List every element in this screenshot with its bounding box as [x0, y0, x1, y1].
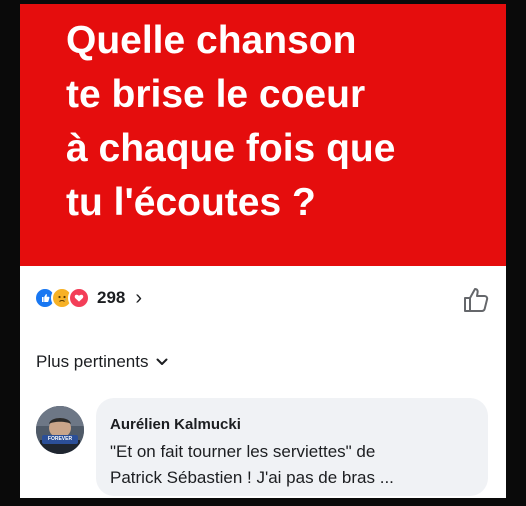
post-question-line: te brise le coeur	[66, 73, 366, 116]
reaction-count: 298	[97, 288, 126, 307]
comment-text: "Et on fait tourner les serviettes" de P…	[110, 439, 480, 491]
avatar[interactable]: FOREVER	[36, 406, 84, 454]
thumbs-up-icon[interactable]	[462, 286, 490, 314]
chevron-right-icon: ›	[135, 287, 143, 309]
love-icon	[68, 287, 90, 309]
post-question: Quelle chanson te brise le coeur à chaqu…	[66, 14, 506, 230]
comment-line: "Et on fait tourner les serviettes" de	[110, 442, 376, 461]
reactions-summary[interactable]: 298 ›	[34, 284, 142, 312]
comment-bubble: Aurélien Kalmucki "Et on fait tourner le…	[96, 398, 488, 496]
post-question-line: Quelle chanson	[66, 19, 357, 62]
sort-label: Plus pertinents	[36, 352, 149, 371]
comment-author[interactable]: Aurélien Kalmucki	[110, 416, 241, 433]
comment-line: Patrick Sébastien ! J'ai pas de bras ...	[110, 468, 394, 487]
post-banner: Quelle chanson te brise le coeur à chaqu…	[20, 4, 506, 266]
avatar-photo	[36, 406, 84, 454]
post-question-line: à chaque fois que	[66, 127, 396, 170]
comment-sort-dropdown[interactable]: Plus pertinents	[36, 352, 168, 372]
post-question-line: tu l'écoutes ?	[66, 181, 316, 224]
post-card: 298 › Plus pertinents FOREVER Aurélien K…	[20, 266, 506, 498]
avatar-badge: FOREVER	[42, 435, 78, 444]
chevron-down-icon	[156, 358, 168, 365]
